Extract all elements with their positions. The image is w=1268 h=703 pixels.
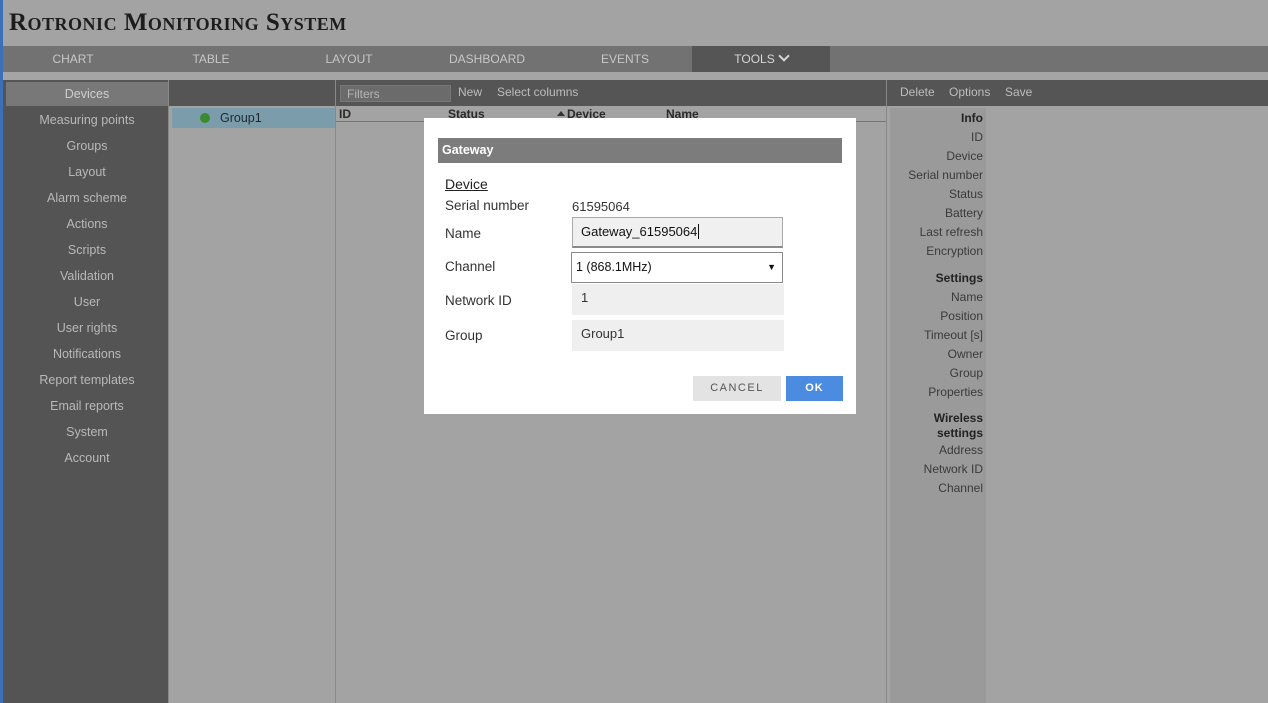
- group-panel: Group1: [168, 80, 335, 703]
- name-label: Name: [445, 226, 482, 241]
- dialog-title: Gateway: [438, 138, 842, 163]
- wireless-heading-line1: Wireless: [933, 411, 983, 425]
- tab-chart[interactable]: CHART: [4, 46, 142, 72]
- name-input-value: Gateway_61595064: [581, 224, 698, 239]
- field-label-timeout: Timeout [s]: [924, 328, 983, 342]
- field-label-serial-number: Serial number: [908, 168, 983, 182]
- field-label-properties: Properties: [928, 385, 983, 399]
- sidebar-item-report-templates[interactable]: Report templates: [6, 368, 168, 392]
- channel-select-value: 1 (868.1MHz): [576, 260, 652, 274]
- field-label-name: Name: [950, 290, 983, 304]
- new-button[interactable]: New: [458, 85, 482, 99]
- app-title: Rotronic Monitoring System: [9, 9, 347, 36]
- table-toolbar: Filters New Select columns: [336, 80, 887, 106]
- ok-button[interactable]: OK: [786, 376, 843, 401]
- options-button[interactable]: Options: [949, 85, 990, 99]
- field-label-device: Device: [946, 149, 983, 163]
- field-label-encryption: Encryption: [926, 244, 983, 258]
- sidebar-item-groups[interactable]: Groups: [6, 134, 168, 158]
- sidebar-item-layout[interactable]: Layout: [6, 160, 168, 184]
- dialog-section-heading: Device: [445, 176, 488, 192]
- tab-table[interactable]: TABLE: [142, 46, 280, 72]
- field-label-position: Position: [940, 309, 983, 323]
- network-id-label: Network ID: [445, 293, 512, 308]
- cancel-button[interactable]: CANCEL: [693, 376, 781, 401]
- group-list-item[interactable]: Group1: [172, 108, 335, 128]
- group-label: Group1: [220, 111, 262, 125]
- field-label-address: Address: [938, 443, 983, 457]
- sidebar-item-notifications[interactable]: Notifications: [6, 342, 168, 366]
- sidebar-item-scripts[interactable]: Scripts: [6, 238, 168, 262]
- sidebar-item-devices[interactable]: Devices: [6, 82, 168, 106]
- serial-number-label: Serial number: [445, 198, 530, 213]
- select-columns-button[interactable]: Select columns: [497, 85, 578, 99]
- field-label-status: Status: [948, 187, 983, 201]
- sidebar-item-measuring-points[interactable]: Measuring points: [6, 108, 168, 132]
- save-button[interactable]: Save: [1005, 85, 1032, 99]
- status-dot-icon: [200, 113, 210, 123]
- settings-heading: Settings: [935, 271, 983, 285]
- gateway-dialog: Gateway Device Serial number 61595064 Na…: [424, 118, 856, 414]
- tab-events[interactable]: EVENTS: [556, 46, 694, 72]
- sort-ascending-icon: [557, 111, 565, 116]
- field-label-group: Group: [949, 366, 983, 380]
- field-label-channel: Channel: [938, 481, 983, 495]
- detail-field-labels: Info ID Device Serial number Status Batt…: [890, 108, 986, 703]
- sidebar: Devices Measuring points Groups Layout A…: [3, 80, 168, 703]
- tab-tools[interactable]: TOOLS: [692, 46, 830, 72]
- group-panel-header: [169, 80, 335, 106]
- sidebar-item-user[interactable]: User: [6, 290, 168, 314]
- detail-panel: Delete Options Save Info ID Device Seria…: [886, 80, 1268, 703]
- sidebar-item-validation[interactable]: Validation: [6, 264, 168, 288]
- group-field: Group1: [572, 320, 784, 351]
- wireless-heading-line2: settings: [936, 426, 983, 440]
- sidebar-item-system[interactable]: System: [6, 420, 168, 444]
- chevron-down-icon: [778, 50, 790, 62]
- dropdown-arrow-icon: ▼: [767, 262, 776, 272]
- field-label-last-refresh: Last refresh: [919, 225, 983, 239]
- channel-label: Channel: [445, 259, 496, 274]
- sidebar-item-alarm-scheme[interactable]: Alarm scheme: [6, 186, 168, 210]
- name-input[interactable]: Gateway_61595064: [572, 217, 783, 248]
- sidebar-item-actions[interactable]: Actions: [6, 212, 168, 236]
- tab-layout[interactable]: LAYOUT: [280, 46, 418, 72]
- channel-select[interactable]: 1 (868.1MHz) ▼: [571, 252, 783, 283]
- info-heading: Info: [961, 111, 983, 125]
- main-nav: CHART TABLE LAYOUT DASHBOARD EVENTS TOOL…: [0, 46, 1268, 72]
- tab-tools-label: TOOLS: [734, 52, 775, 66]
- app-header: Rotronic Monitoring System: [0, 0, 1268, 46]
- field-label-id: ID: [971, 130, 983, 144]
- serial-number-value: 61595064: [572, 199, 630, 214]
- filter-input[interactable]: Filters: [340, 85, 451, 102]
- field-label-network-id: Network ID: [923, 462, 983, 476]
- group-label-field: Group: [445, 328, 483, 343]
- text-cursor: [698, 224, 700, 240]
- column-header-id[interactable]: ID: [339, 107, 351, 121]
- detail-toolbar: Delete Options Save: [887, 80, 1268, 106]
- sidebar-item-account[interactable]: Account: [6, 446, 168, 470]
- tab-dashboard[interactable]: DASHBOARD: [418, 46, 556, 72]
- sidebar-item-email-reports[interactable]: Email reports: [6, 394, 168, 418]
- delete-button[interactable]: Delete: [900, 85, 935, 99]
- field-label-owner: Owner: [947, 347, 983, 361]
- field-label-battery: Battery: [944, 206, 983, 220]
- network-id-field: 1: [572, 284, 784, 315]
- sidebar-item-user-rights[interactable]: User rights: [6, 316, 168, 340]
